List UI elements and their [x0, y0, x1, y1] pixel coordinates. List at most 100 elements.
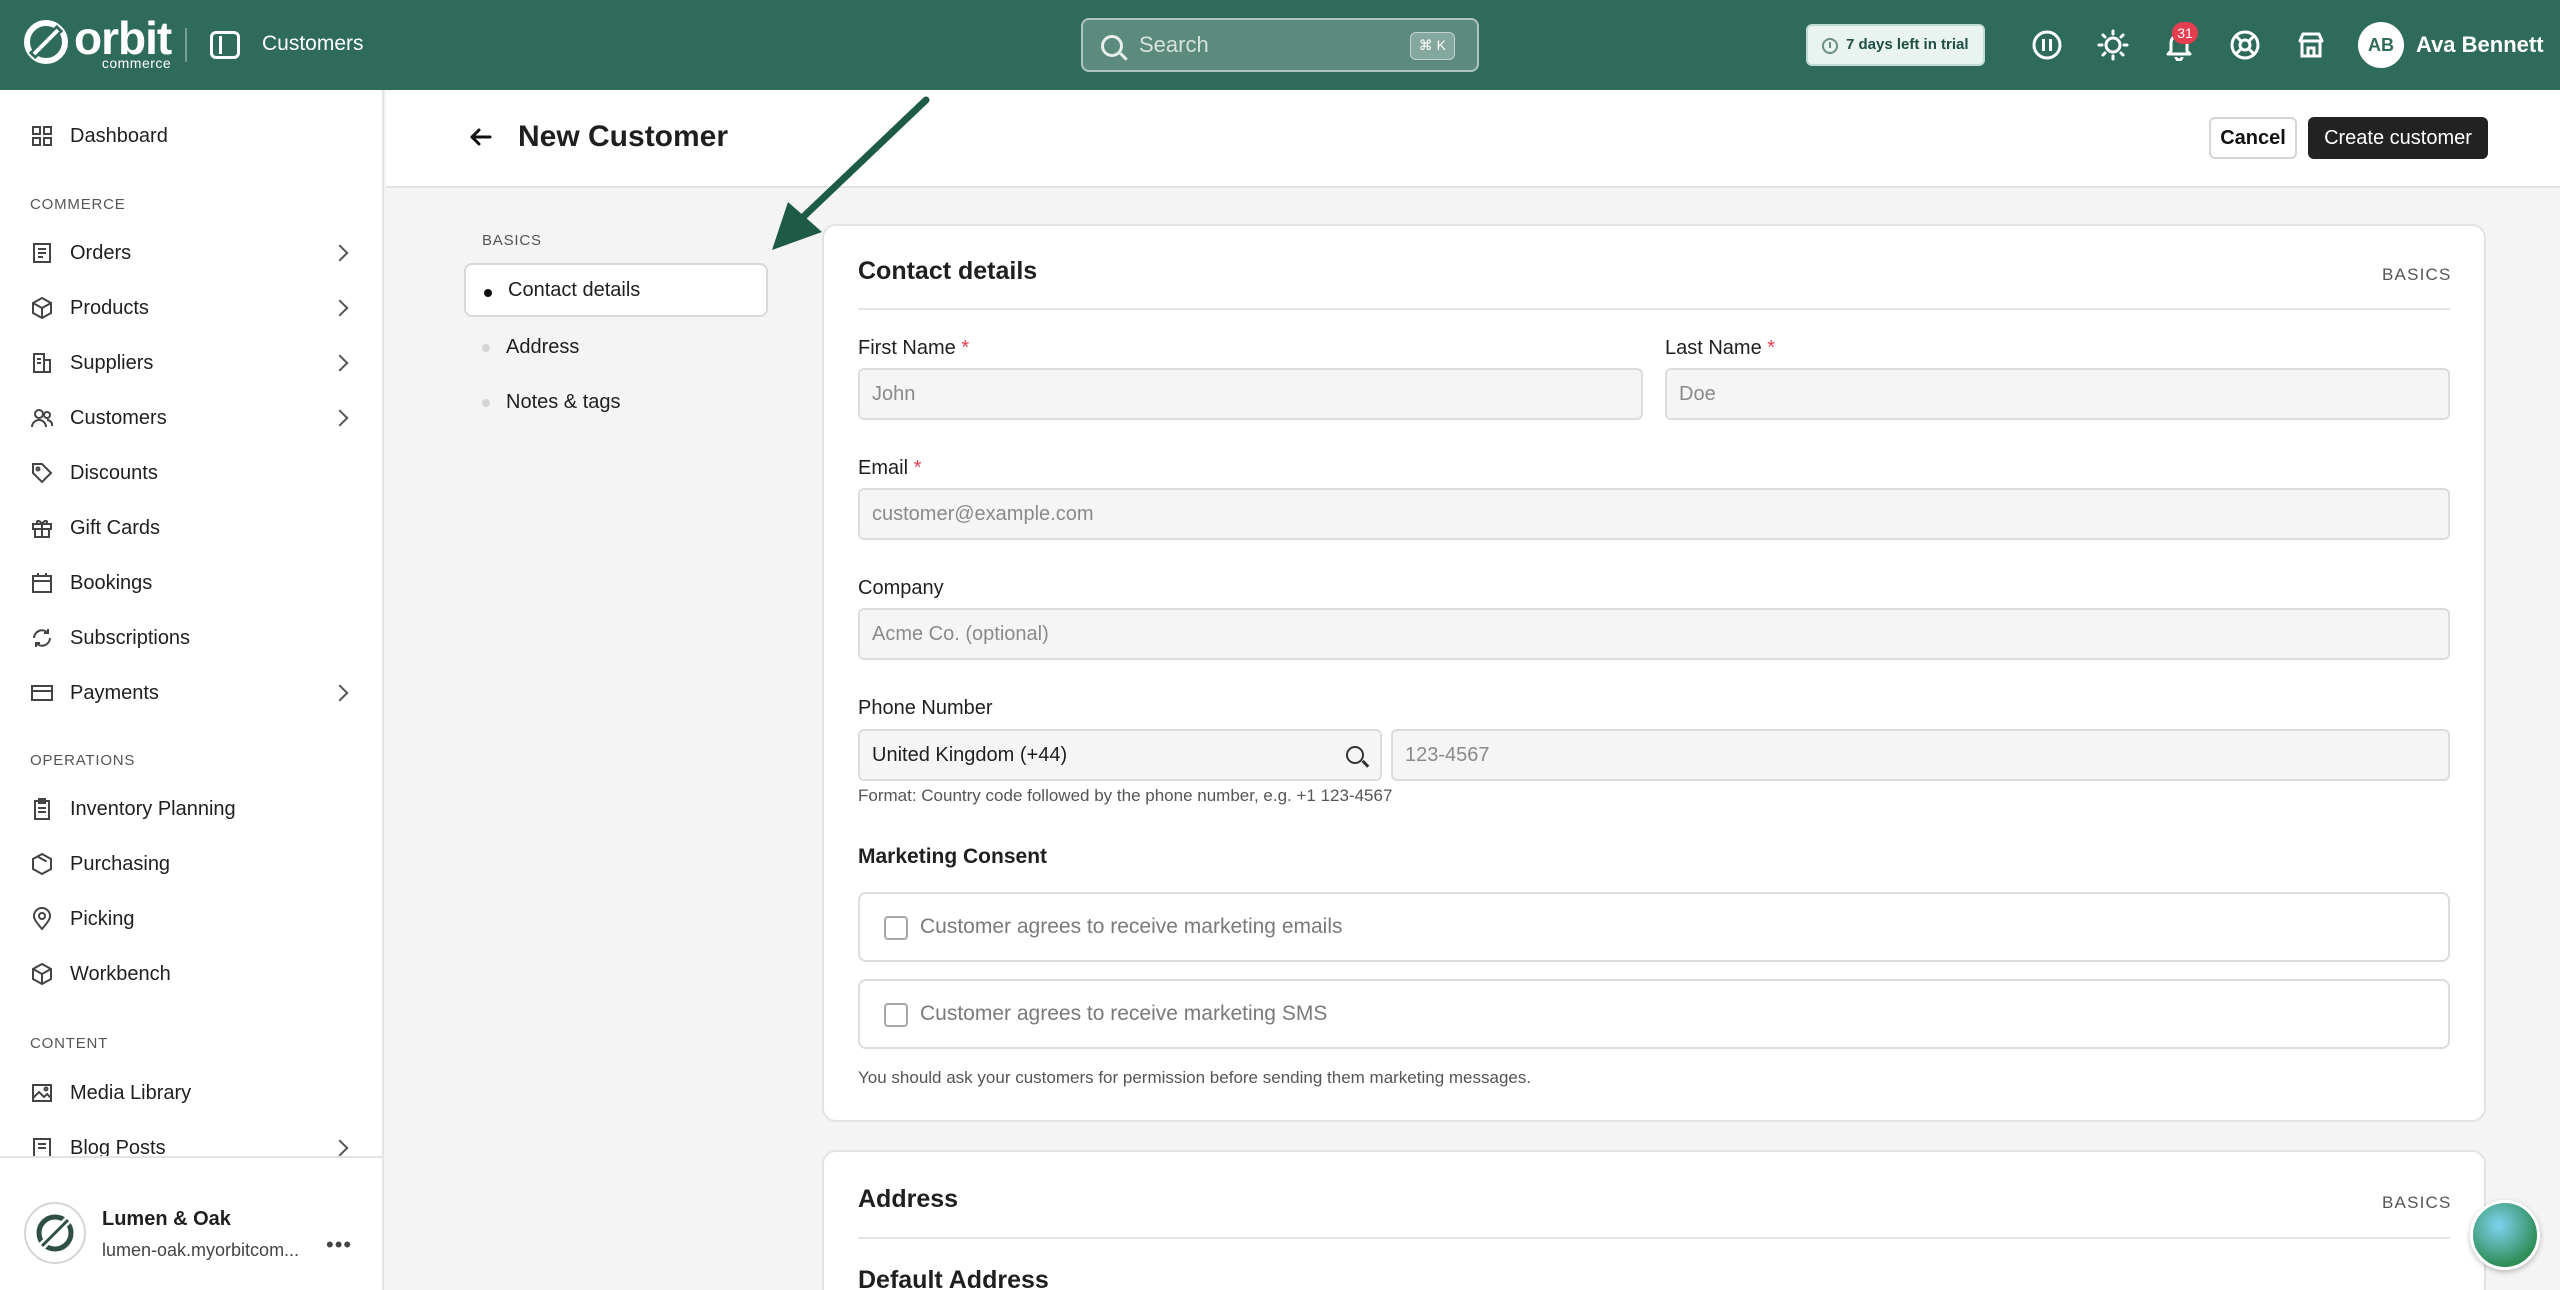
sidebar-item-orders[interactable]: Orders	[0, 227, 382, 279]
chevron-right-icon	[331, 354, 349, 372]
orbit-logo-icon	[24, 20, 68, 64]
clipboard-icon	[34, 798, 50, 820]
sidebar-item-workbench[interactable]: Workbench	[0, 948, 382, 1000]
phone-format-hint: Format: Country code followed by the pho…	[858, 786, 1393, 805]
sidebar-item-label: Gift Cards	[70, 516, 161, 539]
chevron-right-icon	[331, 244, 349, 262]
trial-text: 7 days left in trial	[1846, 36, 1969, 53]
marketing-sms-option[interactable]: Customer agrees to receive marketing SMS	[858, 979, 2450, 1049]
sidebar-item-payments[interactable]: Payments	[0, 667, 382, 719]
first-name-label-text: First Name	[858, 337, 956, 359]
card-section-tag: BASICS	[2382, 265, 2452, 284]
required-marker: *	[961, 337, 970, 359]
box-icon	[32, 852, 52, 876]
status-icon[interactable]	[2030, 28, 2064, 62]
assistant-bubble-icon[interactable]	[2470, 1200, 2540, 1270]
chevron-right-icon	[331, 1139, 349, 1157]
sidebar-item-label: Picking	[70, 907, 135, 930]
store-name: Lumen & Oak	[102, 1208, 231, 1230]
sidebar-item-picking[interactable]: Picking	[0, 893, 382, 945]
user-name[interactable]: Ava Bennett	[2416, 32, 2544, 58]
phone-number-field[interactable]	[1391, 729, 2450, 781]
last-name-field[interactable]	[1665, 368, 2450, 420]
marketing-sms-label: Customer agrees to receive marketing SMS	[920, 1002, 1328, 1025]
sidebar-item-label: Subscriptions	[70, 626, 191, 649]
orders-icon	[33, 243, 51, 263]
email-field[interactable]	[858, 488, 2450, 540]
global-search[interactable]: ⌘ K	[1081, 18, 1479, 72]
first-name-field[interactable]	[858, 368, 1643, 420]
cancel-button[interactable]: Cancel	[2209, 117, 2297, 159]
email-label-text: Email	[858, 457, 909, 479]
brand-name: orbit	[74, 12, 172, 64]
last-name-label: Last Name *	[1665, 337, 1775, 360]
top-bar: orbit commerce Customers ⌘ K 7 days left…	[0, 0, 2560, 90]
avatar[interactable]: AB	[2358, 22, 2404, 68]
sidebar-item-label: Inventory Planning	[70, 797, 236, 820]
customers-icon	[31, 409, 54, 428]
search-input[interactable]	[1139, 30, 1399, 60]
tag-icon	[32, 463, 53, 484]
sidebar-item-subscriptions[interactable]: Subscriptions	[0, 612, 382, 664]
sidebar-item-inventory-planning[interactable]: Inventory Planning	[0, 783, 382, 835]
country-code-select[interactable]: United Kingdom (+44)	[858, 729, 1382, 781]
trial-badge[interactable]: 7 days left in trial	[1806, 24, 1985, 66]
store-icon[interactable]	[2294, 28, 2328, 62]
marketing-emails-checkbox[interactable]	[884, 916, 908, 940]
sidebar-item-media-library[interactable]: Media Library	[0, 1067, 382, 1119]
sidebar-item-label: Dashboard	[70, 124, 168, 147]
sidebar-item-label: Purchasing	[70, 852, 171, 875]
help-icon[interactable]	[2228, 28, 2262, 62]
sidebar-item-products[interactable]: Products	[0, 282, 382, 334]
section-nav-notes-tags[interactable]: Notes & tags	[464, 375, 768, 429]
card-section-tag: BASICS	[2382, 1193, 2452, 1212]
sidebar-section-content: CONTENT	[30, 1035, 109, 1052]
page-title: New Customer	[518, 120, 729, 153]
sidebar-section-operations: OPERATIONS	[30, 752, 136, 769]
create-customer-button[interactable]: Create customer	[2308, 117, 2488, 159]
gift-icon	[32, 520, 52, 538]
address-card	[822, 1150, 2486, 1290]
sidebar-item-purchasing[interactable]: Purchasing	[0, 838, 382, 890]
section-nav-address[interactable]: Address	[464, 320, 768, 374]
sidebar-item-label: Suppliers	[70, 351, 154, 374]
bullet-icon	[482, 344, 490, 352]
sidebar-toggle-icon[interactable]	[210, 31, 240, 59]
section-nav-title: BASICS	[482, 232, 542, 249]
card-divider	[858, 308, 2450, 310]
first-name-label: First Name *	[858, 337, 969, 360]
pin-icon	[32, 907, 52, 931]
sidebar-item-dashboard[interactable]: Dashboard	[0, 110, 382, 162]
theme-toggle-icon[interactable]	[2096, 28, 2130, 62]
section-nav-contact-details[interactable]: Contact details	[464, 263, 768, 317]
sidebar-item-label: Payments	[70, 681, 159, 704]
sidebar-section-commerce: COMMERCE	[30, 196, 126, 213]
card-divider	[858, 1237, 2450, 1239]
more-options-icon[interactable]: •••	[326, 1232, 352, 1258]
sidebar-item-discounts[interactable]: Discounts	[0, 447, 382, 499]
sidebar-item-label: Workbench	[70, 962, 171, 985]
store-logo-icon	[36, 1214, 74, 1252]
required-marker: *	[1767, 337, 1776, 359]
sidebar-item-label: Products	[70, 296, 149, 319]
sidebar-item-gift-cards[interactable]: Gift Cards	[0, 502, 382, 554]
back-arrow-icon[interactable]	[468, 124, 494, 150]
company-field[interactable]	[858, 608, 2450, 660]
refresh-icon	[33, 629, 51, 647]
sidebar-item-bookings[interactable]: Bookings	[0, 557, 382, 609]
marketing-emails-option[interactable]: Customer agrees to receive marketing ema…	[858, 892, 2450, 962]
marketing-sms-checkbox[interactable]	[884, 1003, 908, 1027]
products-icon	[32, 296, 52, 320]
notification-count-badge: 31	[2172, 22, 2198, 44]
section-nav-label: Notes & tags	[506, 390, 621, 413]
sidebar-item-customers[interactable]: Customers	[0, 392, 382, 444]
sidebar-item-suppliers[interactable]: Suppliers	[0, 337, 382, 389]
company-label: Company	[858, 577, 944, 599]
sidebar-item-label: Customers	[70, 406, 167, 429]
cube-icon	[32, 962, 52, 986]
orbit-logo[interactable]: orbit commerce	[22, 12, 172, 70]
search-shortcut: ⌘ K	[1409, 32, 1455, 60]
store-logo	[24, 1202, 86, 1264]
card-icon	[31, 685, 53, 701]
marketing-consent-note: You should ask your customers for permis…	[858, 1068, 1532, 1087]
